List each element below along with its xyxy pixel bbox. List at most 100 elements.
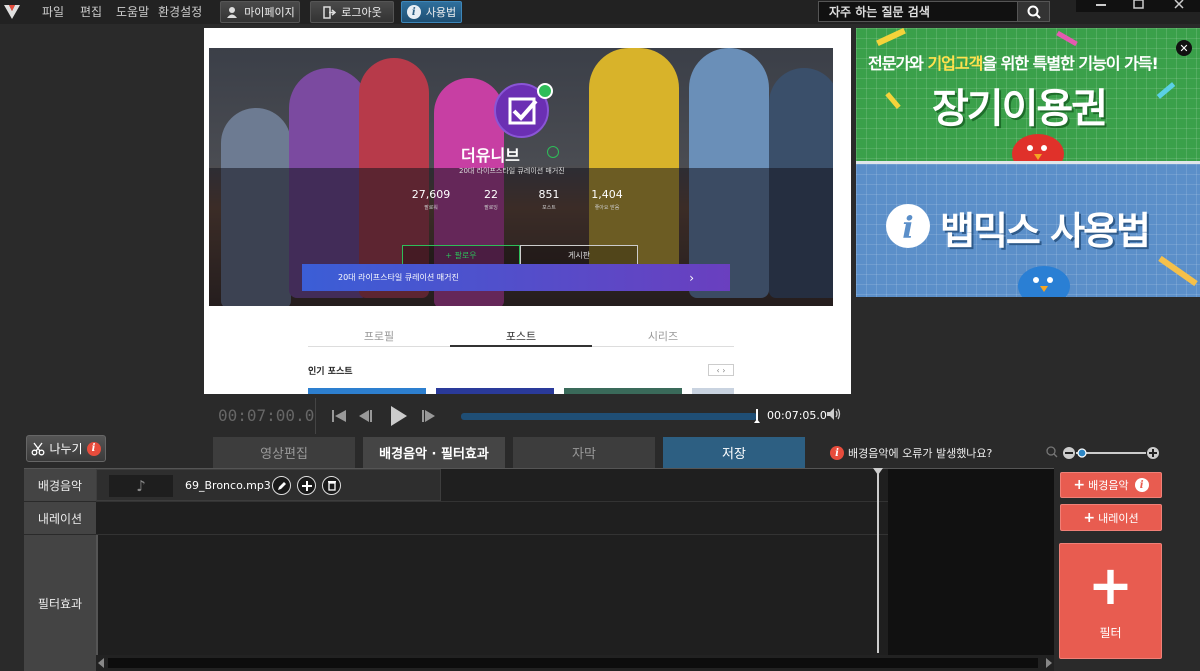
logout-icon [322, 5, 336, 19]
split-label: 나누기 [49, 442, 83, 456]
music-note-icon: ♪ [109, 475, 173, 497]
badge-icon [537, 83, 553, 99]
bgm-clip[interactable]: ♪ 69_Bronco.mp3 [96, 469, 441, 501]
current-time: 00:07:00.0 [218, 406, 315, 425]
stat-value: 851 [538, 188, 560, 201]
logout-button[interactable]: 로그아웃 [310, 1, 394, 23]
info-icon[interactable]: i [86, 441, 101, 456]
app-logo-icon [4, 5, 20, 19]
info-circle-icon: i [886, 204, 930, 248]
howto-button[interactable]: i 사용법 [401, 1, 462, 23]
stat-value: 27,609 [411, 188, 451, 201]
volume-icon[interactable] [826, 406, 842, 422]
tab-video-edit[interactable]: 영상편집 [213, 437, 355, 468]
step-back-icon [359, 410, 372, 422]
bgm-error-help-link[interactable]: i 배경음악에 오류가 발생했나요? [830, 445, 992, 461]
split-button[interactable]: 나누기 i [26, 435, 106, 462]
mypage-button[interactable]: 마이페이지 [220, 1, 300, 23]
end-time: 00:07:05.0 [767, 409, 827, 422]
ad1-subtitle: 전문가와 기업고객을 위한 특별한 기능이 가득! [868, 50, 1159, 74]
pencil-icon [277, 481, 286, 490]
delete-clip-button[interactable] [322, 476, 341, 495]
ad2-title: 뱁믹스 사용법 [940, 209, 1151, 253]
channel-name: 더유니브 [461, 146, 520, 165]
video-preview: 더유니브 20대 라이프스타일 큐레이션 매거진 27,609 팔로워 22 팔… [204, 28, 851, 394]
preview-tab-post: 포스트 [505, 330, 537, 343]
user-icon [225, 5, 239, 19]
scroll-left-icon[interactable] [98, 658, 104, 668]
divider [315, 398, 316, 434]
timeline[interactable]: 배경음악 내레이션 필터효과 ♪ 69_Bronco.mp3 [24, 468, 1054, 671]
scissors-icon [31, 442, 45, 455]
channel-desc: 20대 라이프스타일 큐레이션 매거진 [459, 167, 565, 175]
plus-icon: + [1087, 553, 1134, 617]
stat-label: 팔로워 [424, 205, 438, 211]
seek-bar[interactable] [461, 413, 757, 420]
close-icon[interactable] [1172, 0, 1186, 10]
add-bgm-button[interactable]: + 배경음악 i [1060, 472, 1162, 498]
ad1-subtitle-part: 전문가와 [868, 54, 928, 73]
carousel-arrows: ‹ › [708, 364, 734, 376]
clip-filename: 69_Bronco.mp3 [185, 479, 271, 492]
stat-label: 포스트 [542, 205, 556, 211]
ad-how-to-use[interactable]: i 뱁믹스 사용법 [856, 164, 1200, 297]
zoom-slider[interactable] [1046, 445, 1162, 461]
menu-file[interactable]: 파일 [42, 3, 64, 20]
skip-start-icon [332, 410, 346, 422]
follow-button: + 팔로우 [402, 245, 520, 266]
menu-help[interactable]: 도움말 [116, 3, 149, 20]
add-filter-label: 필터 [1099, 625, 1122, 640]
banner-text: 20대 라이프스타일 큐레이션 매거진 [338, 273, 459, 282]
verified-icon [547, 146, 559, 158]
menu-settings[interactable]: 환경설정 [158, 3, 202, 20]
timeline-scrollbar[interactable] [96, 655, 1054, 671]
board-button: 게시판 [520, 245, 638, 266]
minimize-icon[interactable] [1094, 0, 1108, 10]
scrollbar-thumb[interactable] [108, 658, 1038, 668]
step-forward-icon [422, 410, 435, 422]
add-narration-label: 내레이션 [1098, 511, 1139, 525]
faq-search [818, 1, 1050, 22]
play-button[interactable] [386, 404, 410, 428]
add-narration-button[interactable]: + 내레이션 [1060, 504, 1162, 531]
stat-value: 22 [484, 188, 498, 201]
skip-to-start-button[interactable] [330, 404, 348, 428]
seek-handle[interactable] [754, 409, 760, 423]
add-bgm-label: 배경음악 [1088, 479, 1129, 492]
preview-tab-series: 시리즈 [647, 330, 679, 343]
faq-search-input[interactable] [819, 2, 1017, 21]
info-icon: i [830, 446, 844, 460]
ad-long-term-license[interactable]: 전문가와 기업고객을 위한 특별한 기능이 가득! 장기이용권 [856, 28, 1200, 164]
plus-icon [301, 480, 312, 491]
tab-bgm-filter[interactable]: 배경음악 · 필터효과 [363, 437, 505, 468]
plus-icon: + [1083, 509, 1096, 526]
ad-close-icon[interactable]: ✕ [1176, 40, 1192, 56]
logout-label: 로그아웃 [341, 6, 382, 19]
search-button[interactable] [1017, 2, 1049, 21]
blue-bird-icon [1018, 266, 1070, 297]
plus-icon: + [1073, 477, 1086, 493]
ad1-subtitle-highlight: 기업고객 [927, 54, 983, 73]
stat-label: 팔로잉 [484, 205, 498, 211]
playhead[interactable] [877, 469, 879, 653]
maximize-icon[interactable] [1132, 0, 1146, 10]
scroll-right-icon[interactable] [1046, 658, 1052, 668]
info-icon: i [406, 5, 421, 19]
add-filter-button[interactable]: + 필터 [1059, 543, 1162, 659]
tab-subtitle[interactable]: 자막 [513, 437, 655, 468]
tab-save[interactable]: 저장 [663, 437, 805, 468]
playhead-handle[interactable] [873, 468, 883, 475]
track-label-filter: 필터효과 [24, 535, 96, 671]
mypage-label: 마이페이지 [244, 6, 295, 19]
menu-edit[interactable]: 편집 [80, 3, 102, 20]
edit-clip-button[interactable] [272, 476, 291, 495]
add-clip-button[interactable] [297, 476, 316, 495]
search-icon [1027, 5, 1041, 19]
info-icon[interactable]: i [1134, 478, 1149, 492]
preview-tab-profile: 프로필 [363, 330, 395, 343]
stat-value: 1,404 [591, 188, 623, 201]
bgm-error-text: 배경음악에 오류가 발생했나요? [848, 447, 993, 460]
step-back-button[interactable] [356, 404, 374, 428]
red-bird-icon [1012, 134, 1064, 161]
step-forward-button[interactable] [420, 404, 438, 428]
